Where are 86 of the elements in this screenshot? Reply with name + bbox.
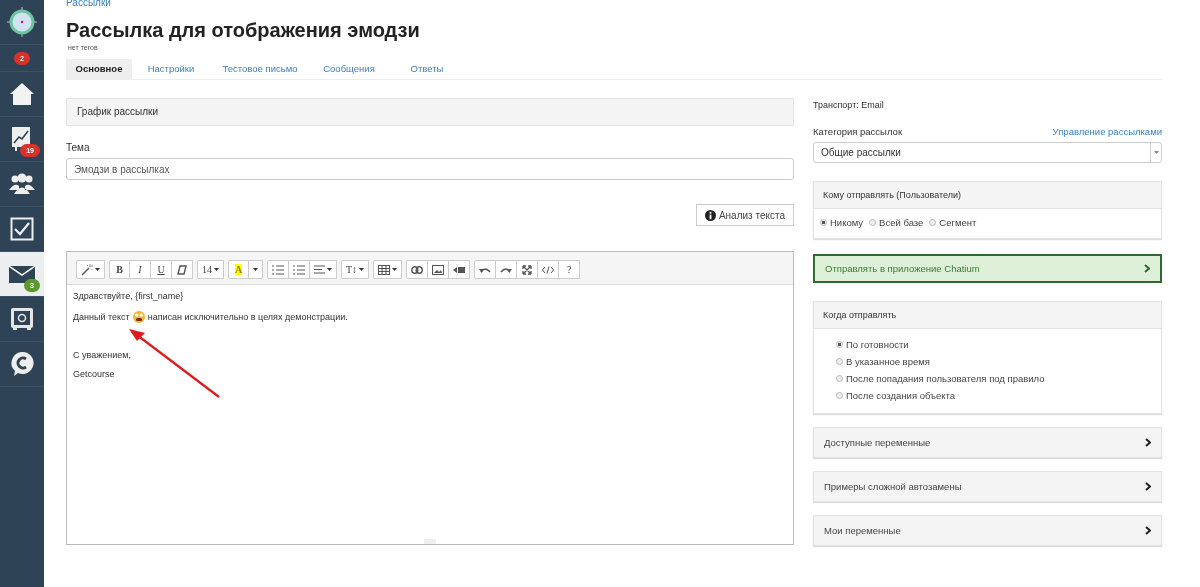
code-icon — [542, 265, 555, 274]
toolbar-button[interactable] — [373, 260, 403, 279]
toolbar-button[interactable]: A — [228, 260, 249, 279]
table-icon — [378, 264, 391, 275]
toolbar-button[interactable] — [449, 260, 471, 279]
caret-icon — [327, 268, 332, 271]
checkbox-icon — [10, 217, 34, 241]
toolbar-button[interactable] — [538, 260, 560, 279]
image-icon — [432, 264, 445, 275]
panel-title: Кому отправлять (Пользователи) — [814, 182, 1161, 209]
toolbar-button[interactable]: T↕ — [341, 260, 370, 279]
schedule-panel[interactable]: График рассылки — [66, 98, 794, 126]
target-icon — [7, 7, 37, 37]
tab[interactable]: Основное — [66, 59, 132, 79]
toolbar-button[interactable] — [172, 260, 193, 279]
chevron-right-icon — [1145, 526, 1151, 535]
toolbar-button[interactable] — [310, 260, 337, 279]
body-text: С уважением, — [73, 351, 131, 360]
chevron-right-icon — [1145, 438, 1151, 447]
manage-link[interactable]: Управление рассылками — [1052, 126, 1162, 137]
field-label: Тема — [66, 142, 91, 153]
accordion-header[interactable]: Примеры сложной автозамены — [813, 471, 1162, 502]
field-label: Категория рассылок — [813, 126, 903, 137]
toolbar-button[interactable] — [428, 260, 450, 279]
caret-icon — [214, 268, 219, 271]
align-icon — [314, 265, 325, 274]
link-icon — [411, 265, 424, 274]
envelope-icon — [9, 264, 35, 284]
redo-icon — [500, 265, 513, 274]
undo-icon — [479, 265, 492, 274]
radio-option[interactable]: Сегмент — [929, 217, 977, 228]
radio-option[interactable]: В указанное время — [836, 356, 1139, 367]
chevron-right-icon — [1145, 482, 1151, 491]
eraser-icon — [177, 264, 187, 275]
users-icon — [8, 173, 36, 195]
toolbar-button[interactable]: I — [130, 260, 151, 279]
toolbar-button[interactable]: B — [109, 260, 130, 279]
body-text: написан исключительно в целях демонстрации. — [147, 312, 348, 322]
chevron-right-icon — [1144, 264, 1150, 273]
toolbar-button[interactable]: U — [151, 260, 172, 279]
transport-text: Транспорт: Email — [813, 100, 885, 110]
caret-icon — [1153, 151, 1159, 154]
caret-icon — [359, 268, 365, 271]
subject-input[interactable]: Эмодзи в рассылках — [66, 158, 794, 180]
numbered-list-icon — [293, 264, 305, 275]
body-text: Данный текст — [73, 312, 130, 322]
page-title: Рассылка для отображения эмодзи — [66, 18, 421, 42]
radio-option[interactable]: По готовности — [836, 339, 1139, 350]
toolbar-button[interactable]: ? — [559, 260, 581, 279]
toolbar-button[interactable] — [249, 260, 263, 279]
tab[interactable]: Ответы — [388, 59, 466, 79]
info-icon — [704, 209, 716, 221]
accordion-header[interactable]: Доступные переменные — [813, 427, 1162, 458]
safe-icon — [10, 307, 34, 331]
toolbar-button[interactable] — [517, 260, 539, 279]
home-icon — [9, 82, 35, 106]
toolbar-button[interactable] — [76, 260, 105, 279]
accordion-header[interactable]: Мои переменные — [813, 515, 1162, 546]
caret-icon — [253, 268, 258, 271]
caret-icon — [392, 268, 398, 271]
caret-icon — [95, 268, 100, 271]
tab[interactable]: Тестовое письмо — [210, 59, 310, 79]
radio-option[interactable]: Всей базе — [869, 217, 924, 228]
fullscreen-icon — [522, 264, 533, 275]
magic-wand-icon — [81, 263, 93, 276]
chatium-panel[interactable]: Отправлять в приложение Chatium — [813, 254, 1162, 283]
resize-handle[interactable] — [424, 539, 436, 544]
video-icon — [453, 265, 466, 274]
chat-bubble-icon — [10, 351, 34, 377]
panel-title: Когда отправлять — [814, 302, 1161, 329]
radio-option[interactable]: После попадания пользователя под правило — [836, 373, 1139, 384]
tab[interactable]: Настройки — [132, 59, 210, 79]
body-text: Getcourse — [73, 370, 115, 379]
toolbar-button[interactable] — [406, 260, 429, 279]
emoji-icon — [132, 311, 145, 323]
analyze-text-button[interactable]: Анализ текста — [695, 204, 794, 226]
toolbar-button[interactable]: 14 — [197, 260, 224, 279]
breadcrumb-link[interactable]: Рассылки — [66, 0, 1162, 8]
body-text: Здравствуйте, {first_name} — [73, 292, 184, 301]
radio-option[interactable]: После создания объекта — [836, 390, 1139, 401]
toolbar-button[interactable] — [474, 260, 497, 279]
tab[interactable]: Сообщения — [310, 59, 388, 79]
toolbar-button[interactable] — [496, 260, 518, 279]
bulleted-list-icon — [272, 264, 284, 275]
radio-option[interactable]: Никому — [820, 217, 864, 228]
category-select[interactable]: Общие рассылки — [813, 142, 1162, 163]
